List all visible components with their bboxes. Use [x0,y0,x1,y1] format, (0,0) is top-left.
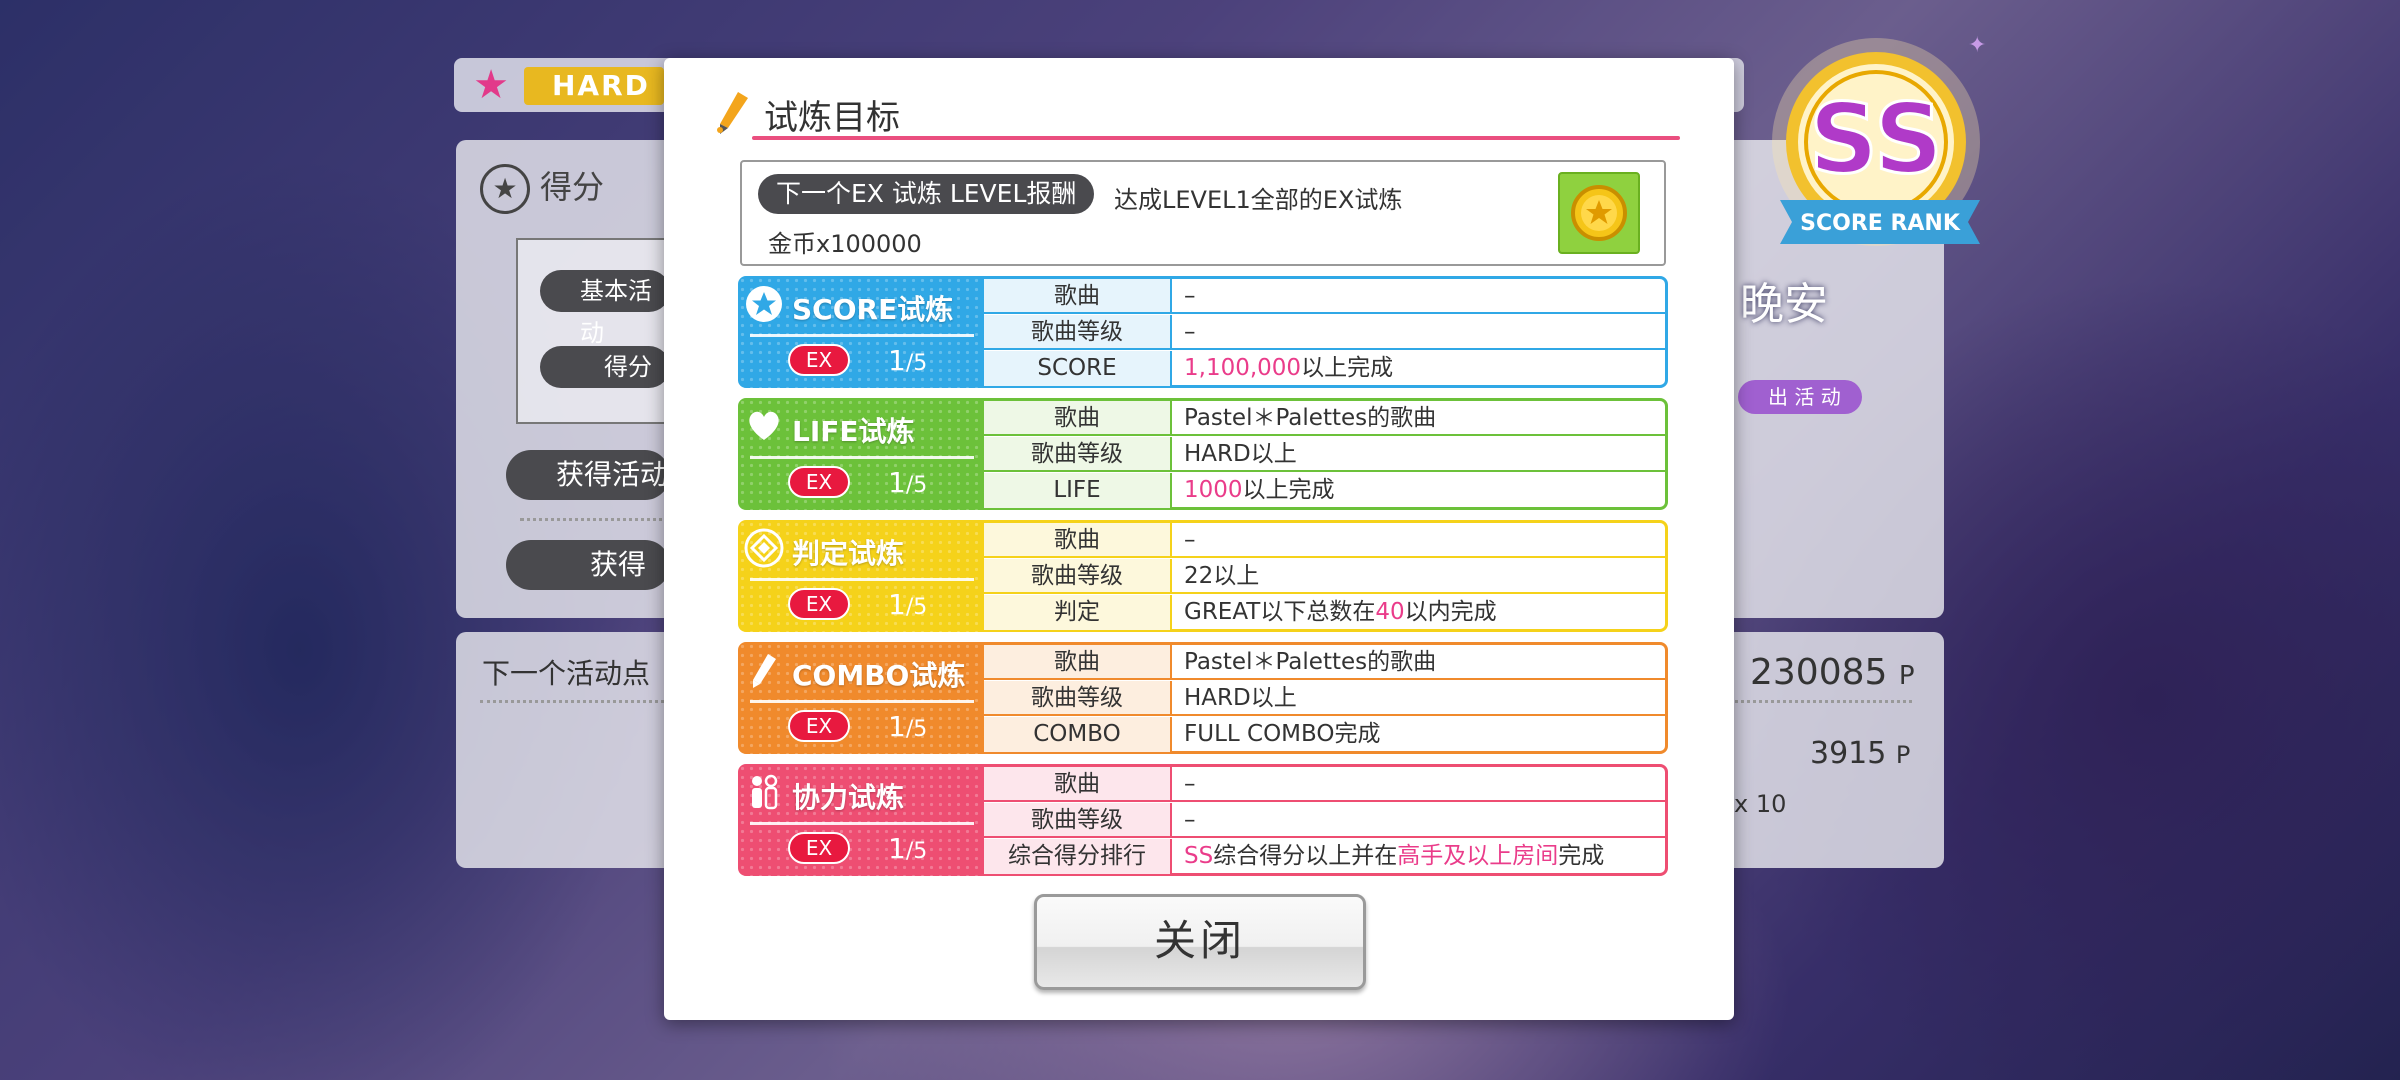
trial-conditions: 歌曲 – 歌曲等级 22以上 判定 GREAT以下总数在40以内完成 [984,523,1665,630]
condition-row: 歌曲 – [984,279,1665,314]
reward-box: 下一个EX 试炼 LEVEL报酬 达成LEVEL1全部的EX试炼 金币x1000… [740,160,1666,266]
trial-conditions: 歌曲 – 歌曲等级 – 综合得分排行 SS综合得分以上并在高手及以上房间完成 [984,767,1665,874]
condition-row: 歌曲等级 HARD以上 [984,681,1665,716]
basic-event-pill: 基本活动 [540,270,670,347]
coin-icon [1558,172,1640,254]
trial-goals-dialog: 试炼目标 下一个EX 试炼 LEVEL报酬 达成LEVEL1全部的EX试炼 金币… [664,58,1734,1020]
reward-description: 达成LEVEL1全部的EX试炼 [1114,186,1403,214]
event-points-secondary: 3915 P [1810,736,1910,771]
trial-header: 协力试炼 EX 1/5 [738,764,984,876]
trial-name: 协力试炼 [792,781,905,814]
trial-name: SCORE试炼 [792,293,954,326]
ex-badge: EX [788,588,850,620]
condition-row: 歌曲等级 22以上 [984,559,1665,594]
condition-row: 歌曲 – [984,523,1665,558]
dialog-title: 试炼目标 [764,98,900,138]
trial-score: SCORE试炼 EX 1/5 歌曲 – 歌曲等级 – SCORE 1,100,000以… [738,276,1668,388]
judge-diamond-icon [744,528,784,568]
star-circle-icon: ★ [480,164,530,214]
next-event-points-label: 下一个活动点 [482,657,651,690]
condition-row: SCORE 1,100,000以上完成 [984,351,1665,386]
points-unit-2: P [1895,741,1911,769]
trial-judge: 判定试炼 EX 1/5 歌曲 – 歌曲等级 22以上 判定 GREAT以下总数在40以… [738,520,1668,632]
score-section-title: ★ 得分 [480,162,604,214]
condition-row: 歌曲 Pastel＊Palettes的歌曲 [984,645,1665,680]
trial-progress: 1/5 [888,588,928,621]
condition-row: LIFE 1000以上完成 [984,473,1665,508]
event-logo: 晚安 [1740,279,1828,330]
event-pill: 出 活 动 [1738,380,1862,414]
condition-row: 判定 GREAT以下总数在40以内完成 [984,595,1665,630]
event-points-main: 230085 P [1750,652,1915,693]
condition-row: 歌曲等级 – [984,803,1665,838]
multiplier: x 10 [1734,790,1787,818]
trial-progress: 1/5 [888,832,928,865]
condition-row: 歌曲等级 HARD以上 [984,437,1665,472]
condition-row: 歌曲 Pastel＊Palettes的歌曲 [984,401,1665,436]
score-rank-grade: SS [1809,83,1943,195]
reward-amount: 金币x100000 [768,230,922,258]
people-icon [752,774,778,810]
trial-conditions: 歌曲 Pastel＊Palettes的歌曲 歌曲等级 HARD以上 COMBO FUL… [984,645,1665,752]
trial-header: SCORE试炼 EX 1/5 [738,276,984,388]
trial-combo: COMBO试炼 EX 1/5 歌曲 Pastel＊Palettes的歌曲 歌曲等级… [738,642,1668,754]
trial-header: LIFE试炼 EX 1/5 [738,398,984,510]
ex-badge: EX [788,710,850,742]
title-underline [752,136,1680,140]
reward-tag: 下一个EX 试炼 LEVEL报酬 [758,174,1095,214]
trial-life: LIFE试炼 EX 1/5 歌曲 Pastel＊Palettes的歌曲 歌曲等级 H… [738,398,1668,510]
score-pill: 得分 [540,346,670,388]
ex-badge: EX [788,832,850,864]
trial-coop: 协力试炼 EX 1/5 歌曲 – 歌曲等级 – 综合得分排行 SS综合得分以上并在高手… [738,764,1668,876]
score-rank-badge: SS SCORE RANK ✦ [1772,33,1986,246]
condition-row: 综合得分排行 SS综合得分以上并在高手及以上房间完成 [984,839,1665,874]
trial-progress: 1/5 [888,466,928,499]
score-section-label: 得分 [540,168,605,206]
condition-row: 歌曲等级 – [984,315,1665,350]
trial-name: 判定试炼 [792,537,905,570]
pen-icon [753,654,776,688]
difficulty-badge: HARD [524,67,664,105]
trial-header: 判定试炼 EX 1/5 [738,520,984,632]
condition-row: COMBO FULL COMBO完成 [984,717,1665,752]
heart-icon [749,411,779,440]
pen-icon [717,92,748,134]
get-pill: 获得 [506,540,670,590]
divider [520,518,670,521]
ex-badge: EX [788,466,850,498]
trial-header: COMBO试炼 EX 1/5 [738,642,984,754]
trial-name: COMBO试炼 [792,659,966,692]
trial-progress: 1/5 [888,710,928,743]
trial-progress: 1/5 [888,344,928,377]
condition-row: 歌曲 – [984,767,1665,802]
ex-badge: EX [788,344,850,376]
trial-conditions: 歌曲 Pastel＊Palettes的歌曲 歌曲等级 HARD以上 LIFE 1000… [984,401,1665,508]
points-unit: P [1898,661,1915,691]
score-rank-label: SCORE RANK [1800,211,1961,236]
points-main-value: 230085 [1750,652,1888,693]
trial-conditions: 歌曲 – 歌曲等级 – SCORE 1,100,000以上完成 [984,279,1665,386]
difficulty-star-icon: ★ [473,62,509,108]
close-button[interactable]: 关闭 [1034,894,1366,990]
points-secondary-value: 3915 [1810,736,1887,771]
star-icon [746,286,782,322]
svg-text:✦: ✦ [1968,33,1986,58]
trial-name: LIFE试炼 [792,415,915,448]
get-event-pill: 获得活动 [506,450,670,500]
